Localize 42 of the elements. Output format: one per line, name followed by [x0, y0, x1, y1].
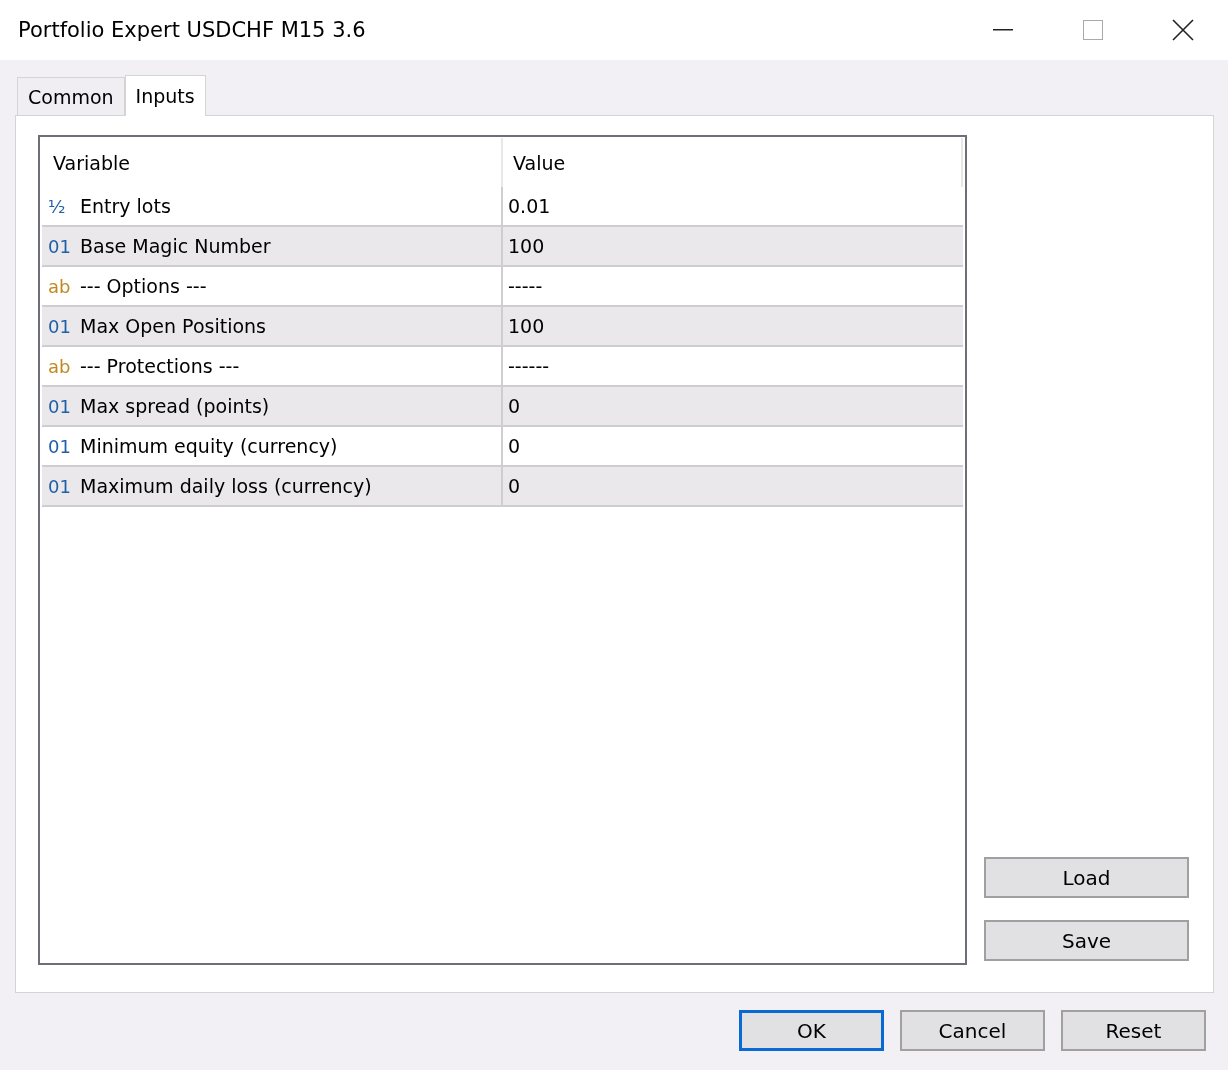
double-type-icon: ½ — [48, 195, 80, 217]
variable-name: Maximum daily loss (currency) — [80, 475, 372, 497]
integer-type-icon: 01 — [48, 235, 80, 257]
value-cell[interactable]: ------ — [501, 347, 963, 385]
value-cell[interactable]: 100 — [501, 227, 963, 265]
integer-type-icon: 01 — [48, 395, 80, 417]
variable-name: Max Open Positions — [80, 315, 266, 337]
tab[interactable]: Inputs — [124, 75, 206, 116]
variable-cell[interactable]: 01 Minimum equity (currency) — [42, 427, 501, 465]
dialog-button[interactable]: OK — [739, 1010, 884, 1051]
integer-type-icon: 01 — [48, 435, 80, 457]
variable-name: Entry lots — [80, 195, 171, 217]
value-cell[interactable]: 0 — [501, 387, 963, 425]
dialog-button[interactable]: Reset — [1061, 1010, 1206, 1051]
variable-cell[interactable]: ab --- Options --- — [42, 267, 501, 305]
side-button[interactable]: Load — [984, 857, 1189, 898]
value-cell[interactable]: 100 — [501, 307, 963, 345]
column-header[interactable]: Value — [501, 138, 963, 187]
variable-name: Minimum equity (currency) — [80, 435, 338, 457]
variable-cell[interactable]: 01 Max spread (points) — [42, 387, 501, 425]
integer-type-icon: 01 — [48, 475, 80, 497]
column-header[interactable]: Variable — [42, 138, 501, 187]
value-cell[interactable]: ----- — [501, 267, 963, 305]
variable-name: Base Magic Number — [80, 235, 271, 257]
variable-cell[interactable]: ab --- Protections --- — [42, 347, 501, 385]
value-cell[interactable]: 0.01 — [501, 187, 963, 225]
variable-cell[interactable]: 01 Max Open Positions — [42, 307, 501, 345]
variable-name: --- Protections --- — [80, 355, 240, 377]
value-cell[interactable]: 0 — [501, 467, 963, 505]
variable-name: --- Options --- — [80, 275, 207, 297]
value-cell[interactable]: 0 — [501, 427, 963, 465]
tab[interactable]: Common — [17, 77, 125, 115]
string-type-icon: ab — [48, 275, 80, 297]
dialog-button[interactable]: Cancel — [900, 1010, 1045, 1051]
side-button[interactable]: Save — [984, 920, 1189, 961]
integer-type-icon: 01 — [48, 315, 80, 337]
variable-cell[interactable]: 01 Base Magic Number — [42, 227, 501, 265]
variable-name: Max spread (points) — [80, 395, 270, 417]
string-type-icon: ab — [48, 355, 80, 377]
variable-cell[interactable]: 01 Maximum daily loss (currency) — [42, 467, 501, 505]
window-title: Portfolio Expert USDCHF M15 3.6 — [18, 18, 367, 42]
variable-cell[interactable]: ½ Entry lots — [42, 187, 501, 225]
